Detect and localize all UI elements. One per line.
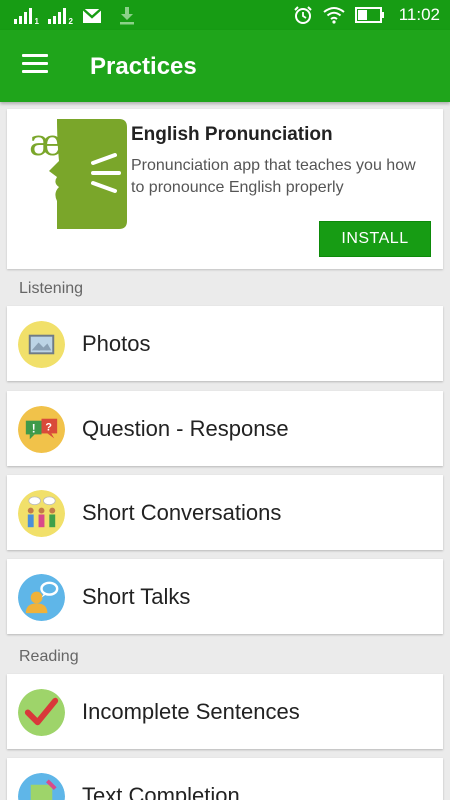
battery-icon [354,7,384,23]
status-bar: 1 2 11:02 [0,0,450,30]
checkmark-icon [18,689,65,736]
ad-card[interactable]: æ English Pronunciation Pronunciation ap… [7,109,443,269]
page-title: Practices [90,53,197,80]
section-header-listening: Listening [19,280,84,297]
install-button[interactable]: INSTALL [319,221,431,257]
list-item-short-talks[interactable]: Short Talks [7,559,443,634]
list-item-label: Question - Response [82,416,289,441]
photos-icon [18,321,65,368]
text-completion-icon [18,773,65,800]
list-item-label: Text Completion [82,783,240,800]
short-talks-icon [18,574,65,621]
download-icon [120,7,134,25]
ad-description: Pronunciation app that teaches you how t… [131,157,416,196]
svg-text:!: ! [32,422,36,435]
list-item-question-response[interactable]: ! ? Question - Response [7,391,443,466]
signal-icon: 1 [14,8,39,26]
svg-text:?: ? [45,421,52,433]
short-conversations-icon [18,490,65,537]
alarm-icon [294,6,312,24]
list-item-label: Incomplete Sentences [82,699,300,724]
list-item-photos[interactable]: Photos [7,306,443,381]
question-response-icon: ! ? [18,406,65,453]
list-item-label: Short Conversations [82,500,282,525]
signal-icon: 2 [48,8,73,26]
pronunciation-app-icon: æ [29,119,127,229]
list-item-label: Short Talks [82,584,191,609]
gmail-icon [82,8,102,23]
clock: 11:02 [398,5,440,24]
list-item-label: Photos [82,331,151,356]
list-item-text-completion[interactable]: Text Completion [7,758,443,800]
ad-title: English Pronunciation [131,124,333,145]
list-item-incomplete-sentences[interactable]: Incomplete Sentences [7,674,443,749]
app-bar: Practices [0,30,450,102]
svg-text:æ: æ [29,123,63,164]
wifi-icon [323,7,345,24]
list-item-short-conversations[interactable]: Short Conversations [7,475,443,550]
menu-icon[interactable] [22,54,48,76]
section-header-reading: Reading [19,648,79,665]
